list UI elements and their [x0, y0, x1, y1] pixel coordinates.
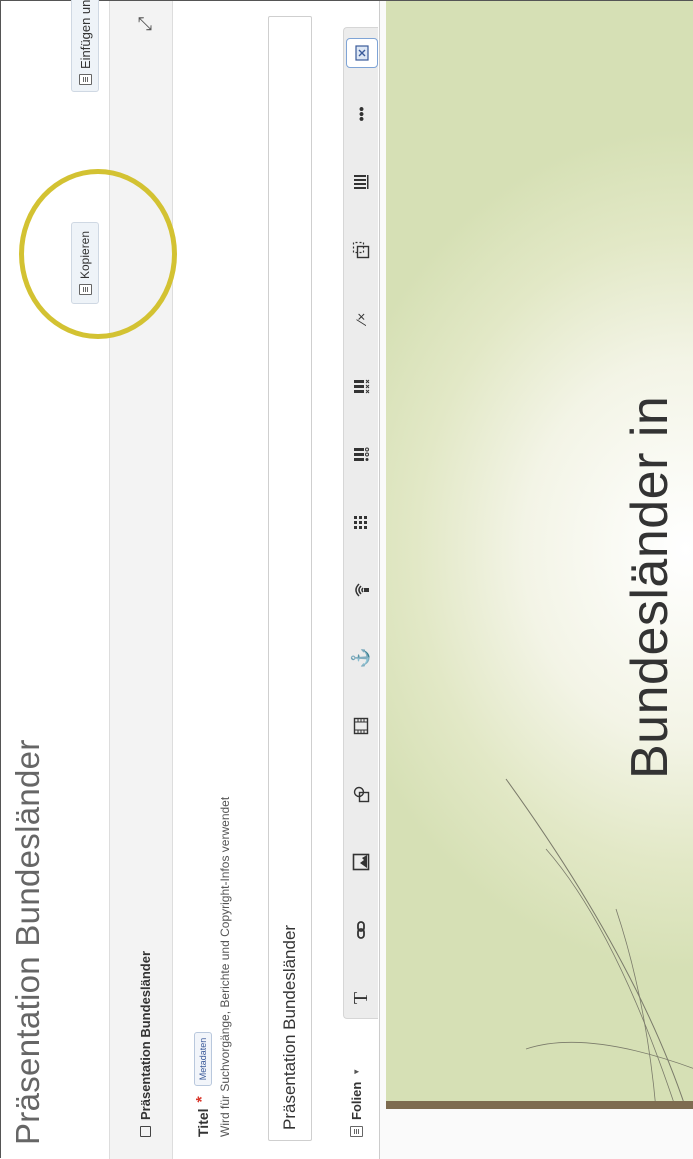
link-icon[interactable] — [348, 916, 374, 944]
resize-icon[interactable] — [348, 236, 374, 264]
insert-label: Einfügen und Ersetzen — [77, 0, 93, 69]
slide-editor: Bundesländer in — [379, 1, 693, 1159]
image-icon[interactable] — [348, 848, 374, 876]
title-field-label: Titel * Metadaten — [194, 1031, 212, 1137]
editor-toolbar: Folien ▼ T ⚓ ⁄× ••• — [335, 1, 379, 1159]
video-icon[interactable] — [348, 712, 374, 740]
paste-icon — [78, 74, 92, 85]
page-title: Präsentation Bundesländer — [9, 739, 46, 1145]
title-label: Titel — [195, 1108, 211, 1137]
text-icon[interactable]: T — [348, 984, 374, 1012]
anchor-icon[interactable]: ⚓ — [348, 644, 374, 672]
highlight-circle — [19, 169, 177, 339]
slides-icon — [350, 1126, 363, 1137]
more-icon[interactable]: ••• — [348, 100, 374, 128]
rotated-view: Präsentation Bundesländer Präsentation B… — [1, 0, 693, 1159]
page-icon — [140, 1126, 151, 1137]
shape-icon[interactable] — [348, 780, 374, 808]
insert-replace-button[interactable]: Einfügen und Ersetzen — [71, 0, 99, 92]
required-mark: * — [194, 1096, 211, 1103]
fraction-icon[interactable]: ⁄× — [348, 304, 374, 332]
grid-icon[interactable] — [348, 508, 374, 536]
metadata-tag: Metadaten — [194, 1031, 212, 1087]
title-hint: Wird für Suchvorgänge, Berichte und Copy… — [218, 796, 232, 1137]
slide-accent-bar — [386, 1101, 693, 1109]
breadcrumb[interactable]: Präsentation Bundesländer — [138, 951, 153, 1137]
slide-title[interactable]: Bundesländer in — [620, 396, 680, 779]
audio-icon[interactable] — [348, 576, 374, 604]
list-check-icon[interactable] — [348, 372, 374, 400]
close-icon[interactable] — [346, 38, 378, 68]
bars-icon[interactable] — [348, 168, 374, 196]
folien-label: Folien — [349, 1081, 364, 1120]
chevron-down-icon: ▼ — [352, 1067, 361, 1076]
screenshot-frame: Präsentation Bundesländer Präsentation B… — [0, 0, 693, 1159]
expand-icon[interactable]: ⤢ — [135, 17, 156, 31]
tool-strip: T ⚓ ⁄× ••• — [343, 27, 378, 1019]
folien-menu[interactable]: Folien ▼ — [349, 1068, 364, 1137]
breadcrumb-label: Präsentation Bundesländer — [138, 950, 153, 1120]
title-input[interactable]: Präsentation Bundesländer — [268, 16, 312, 1141]
poll-icon[interactable] — [348, 440, 374, 468]
